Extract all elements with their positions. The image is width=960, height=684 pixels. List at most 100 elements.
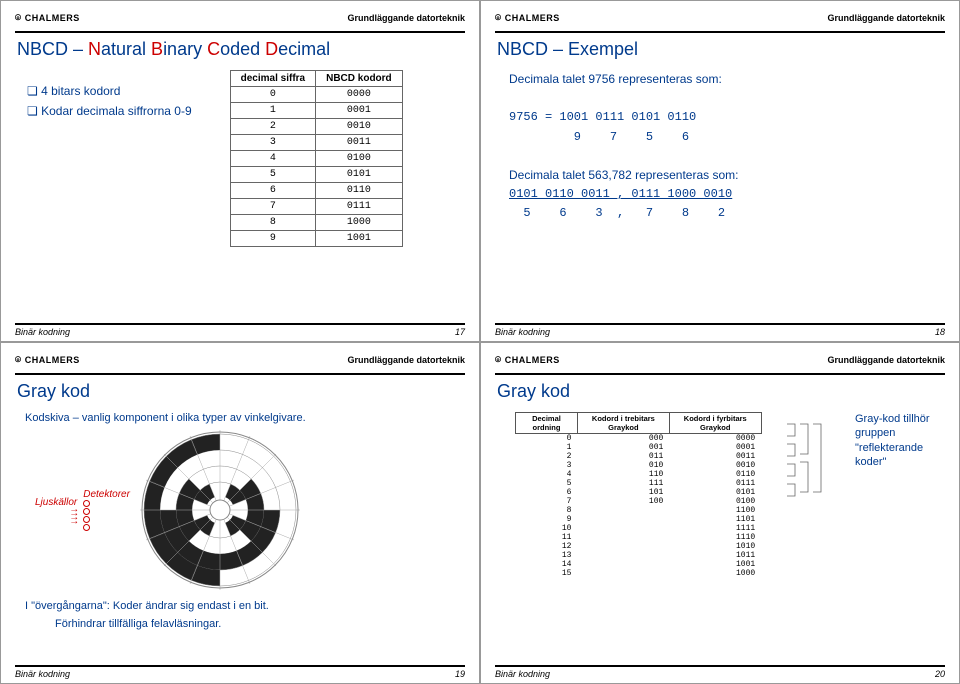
- table-row: 8 1100: [516, 506, 762, 515]
- slide-footer: Binär kodning 17: [15, 323, 465, 337]
- footer-label: Binär kodning: [495, 327, 550, 337]
- cell-code: 0110: [316, 183, 403, 199]
- cell-g4: 1101: [669, 515, 761, 524]
- cell-code: 0100: [316, 151, 403, 167]
- th-kodord: NBCD kodord: [316, 71, 403, 87]
- cell-g3: [577, 506, 669, 515]
- cell-code: 0001: [316, 103, 403, 119]
- detector-label: Detektorer: [83, 489, 130, 500]
- cell-g4: 1110: [669, 533, 761, 542]
- cell-g3: 011: [577, 452, 669, 461]
- disk-note: Förhindrar tillfälliga felavläsningar.: [55, 618, 465, 630]
- cell-g3: 111: [577, 479, 669, 488]
- cell-code: 1000: [316, 215, 403, 231]
- gray-code-table: Decimal ordning Kodord i trebitars Grayk…: [515, 412, 762, 578]
- gray-code-disk-icon: [140, 430, 300, 590]
- cell-g4: 0001: [669, 443, 761, 452]
- cell-dec: 4: [516, 470, 578, 479]
- cell-g3: 101: [577, 488, 669, 497]
- table-row: 70111: [230, 199, 402, 215]
- cell-dec: 5: [516, 479, 578, 488]
- cell-dec: 0: [230, 87, 315, 103]
- example-line: Decimala talet 563,782 representeras som…: [509, 166, 945, 185]
- subject-label: Grundläggande datorteknik: [827, 13, 945, 23]
- cell-dec: 7: [516, 497, 578, 506]
- cell-dec: 0: [516, 434, 578, 444]
- cell-g4: 0111: [669, 479, 761, 488]
- cell-dec: 12: [516, 542, 578, 551]
- page-number: 19: [455, 669, 465, 679]
- page-number: 20: [935, 669, 945, 679]
- list-item: Kodar decimala siffrorna 0-9: [27, 104, 192, 118]
- slide-title: NBCD – Exempel: [497, 39, 945, 60]
- cell-g3: 000: [577, 434, 669, 444]
- logo: CHALMERS: [495, 13, 560, 24]
- cell-dec: 8: [230, 215, 315, 231]
- cell-g4: 1000: [669, 569, 761, 578]
- table-row: 40100: [230, 151, 402, 167]
- table-row: 61010101: [516, 488, 762, 497]
- table-row: 20010: [230, 119, 402, 135]
- table-row: 10010001: [516, 443, 762, 452]
- table-row: 00000000: [516, 434, 762, 444]
- cell-code: 0000: [316, 87, 403, 103]
- cell-dec: 5: [230, 167, 315, 183]
- footer-label: Binär kodning: [495, 669, 550, 679]
- detector-icons: [83, 500, 130, 531]
- subject-label: Grundläggande datorteknik: [347, 13, 465, 23]
- list-item: 4 bitars kodord: [27, 84, 192, 98]
- cell-dec: 11: [516, 533, 578, 542]
- table-row: 141001: [516, 560, 762, 569]
- subject-label: Grundläggande datorteknik: [347, 355, 465, 365]
- logo: CHALMERS: [15, 355, 80, 366]
- example-digits: 9 7 5 6: [509, 128, 945, 147]
- slide-header: CHALMERS Grundläggande datorteknik: [15, 351, 465, 369]
- cell-dec: 3: [230, 135, 315, 151]
- cell-g3: 001: [577, 443, 669, 452]
- table-row: 30100010: [516, 461, 762, 470]
- cell-g4: 0100: [669, 497, 761, 506]
- cell-code: 1001: [316, 231, 403, 247]
- footer-label: Binär kodning: [15, 669, 70, 679]
- cell-g4: 0011: [669, 452, 761, 461]
- slide-header: CHALMERS Grundläggande datorteknik: [15, 9, 465, 27]
- table-row: 11 1110: [516, 533, 762, 542]
- cell-g4: 1010: [669, 542, 761, 551]
- cell-dec: 8: [516, 506, 578, 515]
- slide-footer: Binär kodning 20: [495, 665, 945, 679]
- cell-g4: 0101: [669, 488, 761, 497]
- detector-group: Detektorer: [83, 489, 130, 531]
- cell-dec: 2: [516, 452, 578, 461]
- example-code: 0101 0110 0011 , 0111 1000 0010: [509, 185, 945, 204]
- table-row: 12 1010: [516, 542, 762, 551]
- cell-dec: 4: [230, 151, 315, 167]
- page-number: 18: [935, 327, 945, 337]
- table-row: 81000: [230, 215, 402, 231]
- cell-dec: 10: [516, 524, 578, 533]
- slide-header: CHALMERS Grundläggande datorteknik: [495, 351, 945, 369]
- slide-nbcd-example: CHALMERS Grundläggande datorteknik NBCD …: [480, 0, 960, 342]
- table-row: 20110011: [516, 452, 762, 461]
- slide-title: Gray kod: [497, 381, 945, 402]
- header-rule: [495, 373, 945, 375]
- cell-dec: 14: [516, 560, 578, 569]
- cell-dec: 15: [516, 569, 578, 578]
- reflection-bracket-icon: [782, 412, 835, 592]
- gray-sidenote: Gray-kod tillhör gruppen "reflekterande …: [855, 412, 945, 469]
- disk-note: I "övergångarna": Koder ändrar sig endas…: [25, 600, 465, 612]
- cell-g3: [577, 560, 669, 569]
- footer-label: Binär kodning: [15, 327, 70, 337]
- table-row: 60110: [230, 183, 402, 199]
- cell-g3: [577, 515, 669, 524]
- cell-g3: [577, 569, 669, 578]
- th-gray4: Kodord i fyrbitars Graykod: [669, 413, 761, 434]
- cell-g4: 1100: [669, 506, 761, 515]
- cell-code: 0010: [316, 119, 403, 135]
- nbcd-table: decimal siffraNBCD kodord 00000100012001…: [230, 70, 403, 247]
- slide-gray-disk: CHALMERS Grundläggande datorteknik Gray …: [0, 342, 480, 684]
- table-row: 30011: [230, 135, 402, 151]
- cell-dec: 1: [516, 443, 578, 452]
- table-row: 15 1000: [516, 569, 762, 578]
- cell-dec: 1: [230, 103, 315, 119]
- example-code: 9756 = 1001 0111 0101 0110: [509, 108, 945, 127]
